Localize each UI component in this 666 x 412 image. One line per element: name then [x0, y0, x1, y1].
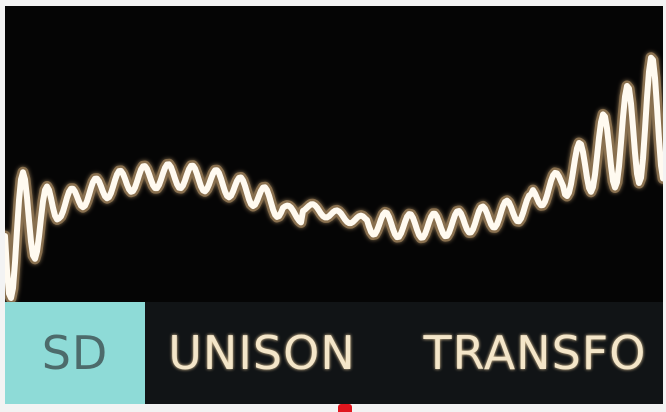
menu-item-transfo[interactable]: TRANSFO	[407, 302, 663, 404]
menu-item-label: TRANSFO	[423, 326, 647, 380]
menu-item-unison[interactable]: UNISON	[157, 302, 367, 404]
oled-screen: SD UNISON TRANSFO	[5, 6, 663, 404]
menu-item-label: UNISON	[168, 326, 356, 380]
synth-display-device: SD UNISON TRANSFO	[0, 0, 666, 412]
status-led	[338, 404, 352, 412]
menu-item-sd[interactable]: SD	[5, 302, 145, 404]
waveform-display	[5, 52, 663, 304]
soft-key-menu-bar: SD UNISON TRANSFO	[5, 302, 663, 404]
waveform-glow	[5, 52, 663, 304]
menu-item-label: SD	[41, 326, 109, 380]
